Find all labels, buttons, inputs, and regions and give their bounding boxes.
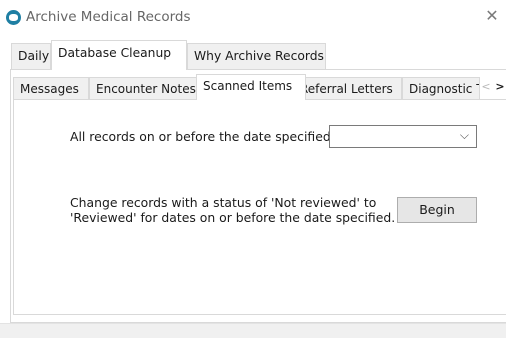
change-text-line-2: 'Reviewed' for dates on or before the da… <box>70 209 396 225</box>
date-dropdown[interactable]: ⌵ <box>329 125 477 148</box>
tab-why-archive-records[interactable]: Why Archive Records <box>187 43 326 69</box>
close-icon[interactable]: ✕ <box>484 8 500 24</box>
record-type-tab-strip: Messages Encounter Notes Scanned Items R… <box>13 74 506 100</box>
tab-messages[interactable]: Messages <box>13 77 89 100</box>
title-bar: Archive Medical Records ✕ <box>0 0 506 33</box>
tab-database-cleanup[interactable]: Database Cleanup <box>51 40 187 70</box>
chevron-down-icon: ⌵ <box>459 128 469 142</box>
app-logo-icon <box>6 10 21 25</box>
change-text-line-1: Change records with a status of 'Not rev… <box>70 195 377 210</box>
tab-referral-letters[interactable]: Referral Letters <box>293 77 402 100</box>
tab-diagnostic-tests[interactable]: Diagnostic Te <box>402 77 480 100</box>
tab-scroll-right-icon[interactable]: > <box>494 77 506 97</box>
begin-button[interactable]: Begin <box>397 197 477 223</box>
status-bar <box>0 323 506 338</box>
tab-daily[interactable]: Daily <box>11 43 51 69</box>
main-tab-strip: Daily Database Cleanup Why Archive Recor… <box>11 40 506 70</box>
tab-encounter-notes[interactable]: Encounter Notes <box>89 77 206 100</box>
date-label: All records on or before the date specif… <box>70 129 335 144</box>
tab-scanned-items[interactable]: Scanned Items <box>196 74 306 100</box>
change-status-description: Change records with a status of 'Not rev… <box>70 195 396 225</box>
tab-scroll-left-icon[interactable]: < <box>480 77 492 97</box>
window-title: Archive Medical Records <box>26 9 191 25</box>
